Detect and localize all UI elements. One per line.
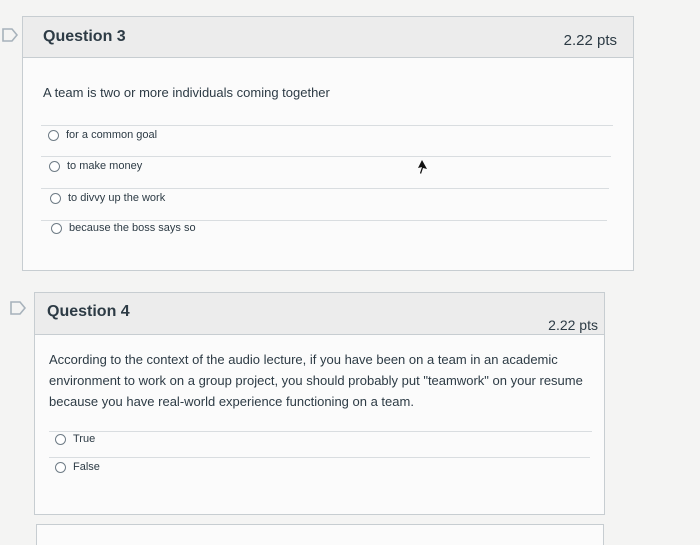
answer-label: for a common goal	[66, 129, 158, 141]
radio-button[interactable]	[50, 192, 61, 204]
answer-label: because the boss says so	[69, 222, 196, 234]
question-title: Question 3	[43, 28, 126, 45]
divider	[41, 125, 613, 126]
question-3-header: Question 3 2.22 pts	[23, 17, 633, 58]
answer-option[interactable]: to divvy up the work	[50, 192, 165, 204]
question-points: 2.22 pts	[563, 32, 617, 49]
radio-button[interactable]	[55, 461, 66, 473]
radio-button[interactable]	[48, 129, 59, 141]
radio-button[interactable]	[55, 433, 66, 445]
divider	[41, 156, 611, 157]
next-question-card	[36, 524, 604, 545]
answer-label: to divvy up the work	[68, 192, 166, 204]
question-text-line: because you have real-world experience f…	[49, 394, 414, 409]
question-4-card: Question 4 2.22 pts According to the con…	[34, 292, 605, 515]
question-3-card: Question 3 2.22 pts A team is two or mor…	[22, 16, 634, 271]
question-points: 2.22 pts	[548, 317, 598, 333]
mouse-cursor-icon	[418, 160, 427, 174]
question-4-header: Question 4 2.22 pts	[35, 293, 604, 335]
question-text-line: environment to work on a group project, …	[49, 373, 583, 388]
answer-option[interactable]: True	[55, 433, 95, 445]
question-title: Question 4	[47, 303, 130, 320]
bookmark-flag-icon[interactable]	[2, 28, 18, 42]
question-text: A team is two or more individuals coming…	[43, 85, 330, 100]
answer-option[interactable]: False	[55, 461, 100, 473]
question-text-line: According to the context of the audio le…	[49, 352, 558, 367]
divider	[49, 431, 592, 432]
bookmark-flag-icon[interactable]	[10, 301, 26, 315]
answer-label: to make money	[67, 160, 143, 172]
answer-option[interactable]: for a common goal	[48, 129, 157, 141]
divider	[41, 220, 607, 221]
radio-button[interactable]	[49, 160, 60, 172]
answer-label: True	[73, 433, 96, 445]
answer-label: False	[73, 461, 100, 473]
divider	[49, 457, 590, 458]
divider	[41, 188, 609, 189]
answer-option[interactable]: because the boss says so	[51, 222, 196, 234]
radio-button[interactable]	[51, 222, 62, 234]
answer-option[interactable]: to make money	[49, 160, 142, 172]
